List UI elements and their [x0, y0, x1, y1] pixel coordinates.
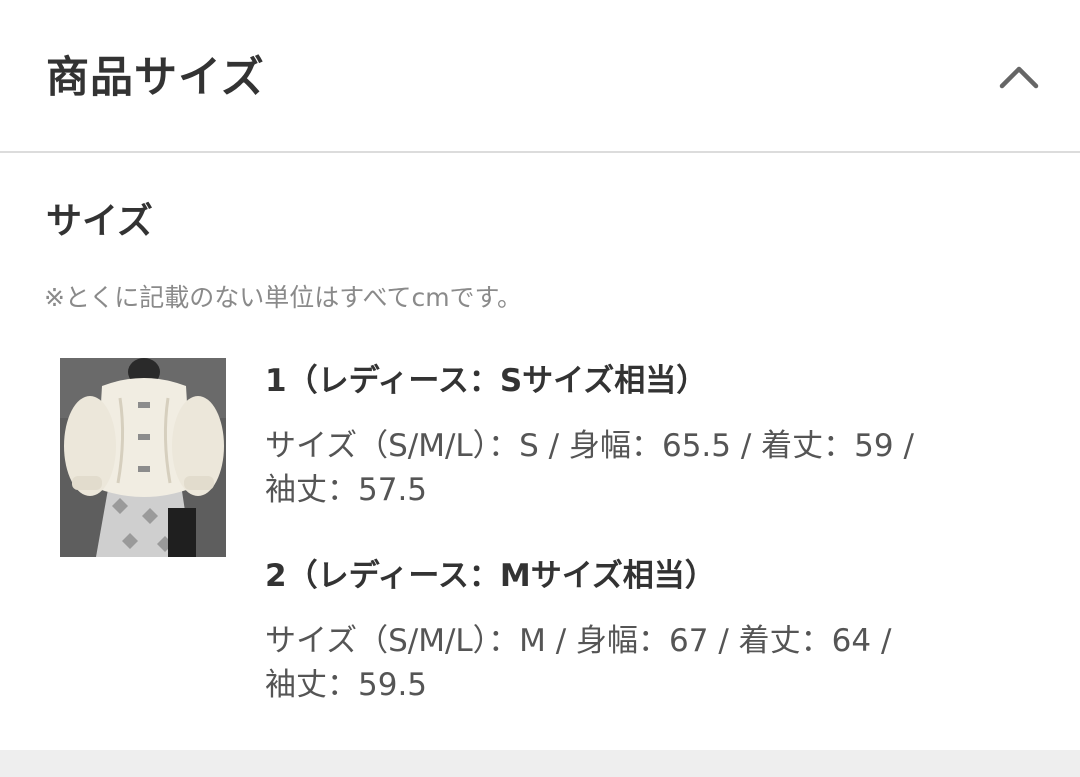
product-photo	[60, 358, 226, 557]
accordion-title: 商品サイズ	[46, 53, 265, 103]
accordion-header[interactable]: 商品サイズ	[0, 0, 1080, 153]
size-entry: 1（レディース：Sサイズ相当） サイズ（S/M/L）：S / 身幅：65.5 /…	[265, 358, 1025, 512]
unit-note: ※とくに記載のない単位はすべてcmです。	[44, 283, 523, 312]
size-detail: サイズ（S/M/L）：S / 身幅：65.5 / 着丈：59 / 袖丈：57.5	[265, 428, 914, 508]
size-entry: 2（レディース：Mサイズ相当） サイズ（S/M/L）：M / 身幅：67 / 着…	[265, 553, 1025, 707]
size-label: 1（レディース：Sサイズ相当）	[265, 363, 708, 399]
size-label: 2（レディース：Mサイズ相当）	[265, 558, 716, 594]
chevron-up-icon[interactable]	[994, 52, 1044, 102]
product-size-panel: 商品サイズ サイズ ※とくに記載のない単位はすべてcmです。 1（レディース：S…	[0, 0, 1080, 777]
size-section-title: サイズ	[46, 201, 153, 242]
footer-divider	[0, 750, 1080, 777]
size-detail: サイズ（S/M/L）：M / 身幅：67 / 着丈：64 / 袖丈：59.5	[265, 623, 892, 703]
